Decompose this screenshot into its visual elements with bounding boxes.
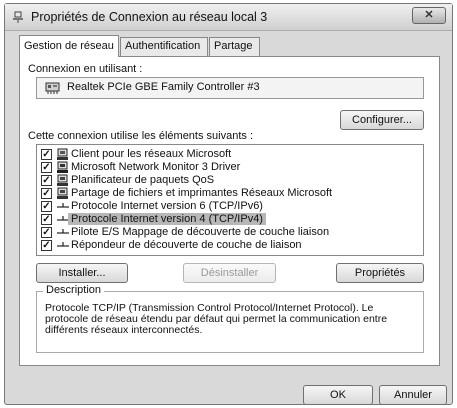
network-client-icon [57,148,68,160]
item-label: Répondeur de découverte de couche de lia… [71,239,302,251]
tab-authentification[interactable]: Authentification [120,37,208,56]
ok-button[interactable]: OK [303,385,373,405]
network-adapter-icon [45,82,60,94]
tab-gestion-de-reseau[interactable]: Gestion de réseau [19,35,119,57]
protocol-icon [57,242,69,247]
file-printer-sharing-icon [57,187,68,199]
components-label: Cette connexion utilise les éléments sui… [28,130,254,142]
adapter-field: Realtek PCIe GBE Family Controller #3 [36,77,424,99]
title-bar[interactable]: Propriétés de Connexion au réseau local … [5,4,452,31]
service-icon [57,174,68,186]
driver-icon [57,161,68,173]
properties-button[interactable]: Propriétés [336,263,424,283]
network-connection-icon [13,11,23,23]
checkbox[interactable]: ✓ [41,162,52,173]
components-list[interactable]: ✓ Client pour les réseaux Microsoft ✓ Mi… [36,144,424,256]
item-label: Pilote E/S Mappage de découverte de couc… [71,226,330,238]
network-tab-panel: Connexion en utilisant : Realtek PCIe GB… [19,56,440,366]
cancel-button[interactable]: Annuler [379,385,447,405]
item-label: Microsoft Network Monitor 3 Driver [71,161,241,173]
description-group: Description Protocole TCP/IP (Transmissi… [36,284,424,353]
checkbox[interactable]: ✓ [41,188,52,199]
checkbox[interactable]: ✓ [41,240,52,251]
properties-dialog: Propriétés de Connexion au réseau local … [4,3,453,405]
item-label: Client pour les réseaux Microsoft [71,148,232,160]
tab-partage[interactable]: Partage [209,37,260,56]
item-label: Planificateur de paquets QoS [71,174,215,186]
install-button[interactable]: Installer... [36,263,128,283]
checkbox[interactable]: ✓ [41,227,52,238]
checkbox[interactable]: ✓ [41,201,52,212]
description-legend: Description [43,284,105,296]
close-button[interactable]: ✕ [412,7,446,24]
uninstall-button: Désinstaller [183,263,276,283]
connect-using-label: Connexion en utilisant : [28,63,143,75]
item-label: Partage de fichiers et imprimantes Résea… [71,187,333,199]
window-title: Propriétés de Connexion au réseau local … [31,10,268,24]
item-label: Protocole Internet version 6 (TCP/IPv6) [71,200,263,212]
protocol-icon [57,203,69,208]
checkbox[interactable]: ✓ [41,175,52,186]
description-text: Protocole TCP/IP (Transmission Control P… [45,302,388,336]
adapter-name: Realtek PCIe GBE Family Controller #3 [67,81,260,93]
checkbox[interactable]: ✓ [41,149,52,160]
checkbox[interactable]: ✓ [41,214,52,225]
configure-button[interactable]: Configurer... [340,110,424,130]
protocol-icon [57,229,69,234]
item-label: Protocole Internet version 4 (TCP/IPv4) [68,213,266,225]
